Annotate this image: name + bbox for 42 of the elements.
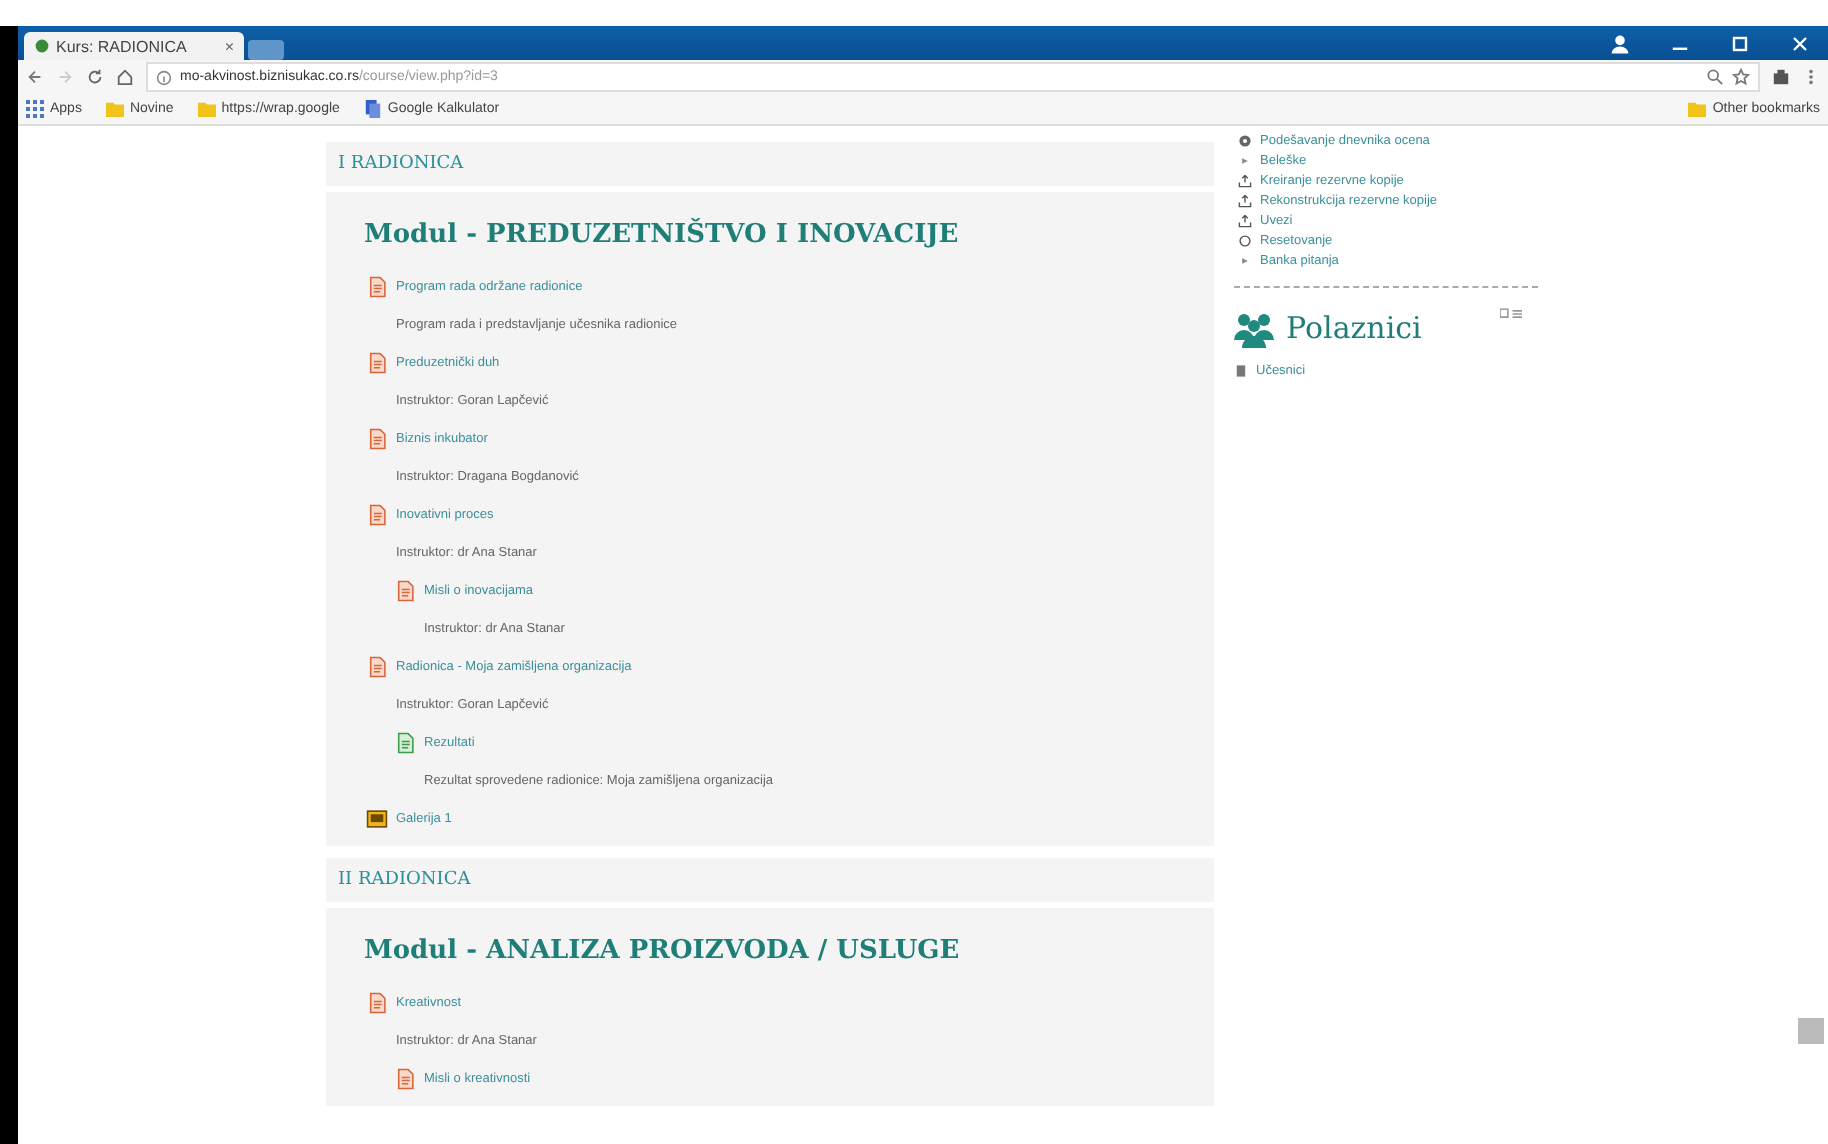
document-icon [394,579,416,601]
back-arrow-icon[interactable] [26,68,44,86]
reset-icon [1238,233,1252,247]
document-icon [366,991,388,1013]
document-icon [366,427,388,449]
document-icon [366,655,388,677]
folder-icon [105,100,124,118]
document-icon [394,1067,416,1089]
triangle-icon [1238,253,1252,267]
zoom-icon[interactable] [1706,68,1724,86]
document-icon [363,100,382,118]
maximize-icon[interactable] [1728,31,1752,55]
apps-grid-icon [26,100,44,118]
document-icon [366,351,388,373]
folder-icon [197,100,216,118]
browser-tab[interactable]: Kurs: RADIONICA × [24,32,244,60]
document-icon [366,503,388,525]
tab-close-button[interactable]: × [224,37,234,55]
section-title: II RADIONICA [326,858,1214,908]
document-icon [394,731,416,753]
folder-icon [1688,100,1707,118]
module-heading: Modul - ANALIZA PROIZVODA / USLUGE [364,936,962,966]
home-icon[interactable] [116,68,134,86]
block-controls-icon[interactable] [1500,308,1522,320]
scroll-handle[interactable] [1798,1018,1824,1044]
info-icon [156,69,172,85]
module-heading: Modul - PREDUZETNIŠTVO I INOVACIJE [364,220,961,250]
star-icon[interactable] [1732,68,1750,86]
upload-icon [1238,213,1252,227]
upload-icon [1238,193,1252,207]
triangle-icon [1238,153,1252,167]
image-icon [366,807,388,829]
section-title: I RADIONICA [326,142,1214,192]
reload-icon[interactable] [86,68,104,86]
user-icon[interactable] [1608,31,1632,55]
block-title: Polaznici [1286,310,1422,346]
close-icon[interactable] [1788,31,1812,55]
document-icon [366,275,388,297]
globe-icon [34,38,50,54]
upload-icon [1238,173,1252,187]
people-icon [1234,312,1274,348]
tab-title: Kurs: RADIONICA [56,37,189,55]
